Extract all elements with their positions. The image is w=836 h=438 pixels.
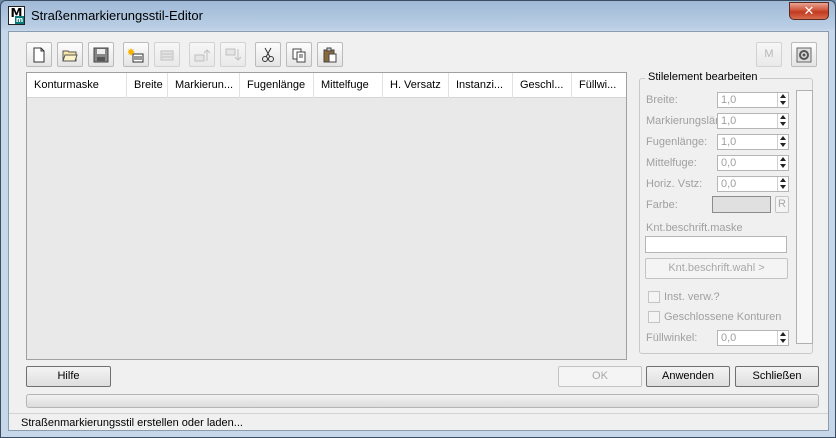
knt-maske-label: Knt.beschrift.maske (646, 222, 743, 234)
geschlossene-konturen-checkbox[interactable] (648, 311, 660, 323)
fugenlaenge-spinner[interactable]: 1,0 (717, 134, 789, 150)
column-header-instanz[interactable]: Instanzi... (449, 73, 513, 98)
spinner-arrows-icon[interactable] (777, 93, 788, 107)
knt-maske-input[interactable] (645, 236, 787, 253)
column-header-h-versatz[interactable]: H. Versatz (383, 73, 449, 98)
copy-button[interactable] (286, 42, 312, 67)
move-up-icon (194, 49, 210, 62)
mittelfuge-label: Mittelfuge: (646, 157, 697, 169)
horiz-versatz-spinner[interactable]: 0,0 (717, 176, 789, 192)
gear-icon (796, 47, 812, 63)
new-button[interactable] (26, 42, 52, 67)
move-up-button[interactable] (189, 42, 215, 67)
spinner-arrows-icon[interactable] (777, 156, 788, 170)
color-swatch[interactable] (712, 196, 771, 213)
color-reset-button[interactable]: R (775, 196, 789, 213)
farbe-label: Farbe: (646, 199, 678, 211)
editor-window: Mm Straßenmarkierungsstil-Editor ✕ M Kon… (0, 0, 836, 438)
geschlossene-konturen-label: Geschlossene Konturen (664, 311, 782, 323)
m-button[interactable]: M (756, 42, 782, 67)
move-down-icon (225, 48, 241, 61)
spinner-arrows-icon[interactable] (777, 114, 788, 128)
column-header-fugenlaenge[interactable]: Fugenlänge (240, 73, 314, 98)
horiz-versatz-value: 0,0 (721, 178, 737, 190)
status-text: Straßenmarkierungsstil erstellen oder la… (21, 417, 243, 429)
progress-bar (26, 394, 819, 408)
horiz-versatz-label: Horiz. Vstz: (646, 178, 703, 190)
inst-verw-label: Inst. verw.? (664, 291, 720, 303)
breite-spinner[interactable]: 1,0 (717, 92, 789, 108)
group-title: Stilelement bearbeiten (645, 71, 761, 83)
column-header-breite[interactable]: Breite (127, 73, 168, 98)
fuellwinkel-label: Füllwinkel: (646, 332, 698, 344)
column-header-markierung[interactable]: Markierun... (168, 73, 240, 98)
list-header: Konturmaske Breite Markierun... Fugenlän… (27, 73, 626, 98)
settings-button[interactable] (791, 42, 817, 67)
ok-button[interactable]: OK (558, 366, 642, 387)
spinner-arrows-icon[interactable] (777, 135, 788, 149)
fuellwinkel-value: 0,0 (721, 332, 737, 344)
remove-element-icon (160, 50, 174, 61)
add-element-button[interactable] (123, 42, 149, 67)
breite-value: 1,0 (721, 94, 737, 106)
cut-icon (262, 47, 274, 62)
open-button[interactable] (57, 42, 83, 67)
add-element-icon (128, 48, 144, 63)
column-header-konturmaske[interactable]: Konturmaske (27, 73, 127, 98)
remove-element-button[interactable] (154, 42, 180, 67)
client-area: M Konturmaske Breite Markierun... Fugenl… (8, 31, 829, 431)
mittelfuge-value: 0,0 (721, 157, 737, 169)
markierungslaenge-value: 1,0 (721, 115, 737, 127)
fugenlaenge-label: Fugenlänge: (646, 136, 708, 148)
app-icon[interactable]: Mm (8, 6, 25, 25)
paste-button[interactable] (317, 42, 343, 67)
close-button[interactable]: Schließen (735, 366, 819, 387)
save-button[interactable] (88, 42, 114, 67)
fugenlaenge-value: 1,0 (721, 136, 737, 148)
mittelfuge-spinner[interactable]: 0,0 (717, 155, 789, 171)
save-icon (93, 47, 109, 63)
inst-verw-checkbox[interactable] (648, 291, 660, 303)
vertical-slider[interactable] (796, 90, 813, 344)
help-button[interactable]: Hilfe (26, 366, 111, 387)
knt-wahl-button[interactable]: Knt.beschrift.wahl > (645, 258, 788, 279)
apply-button[interactable]: Anwenden (646, 366, 730, 387)
style-list[interactable]: Konturmaske Breite Markierun... Fugenlän… (26, 72, 627, 360)
paste-icon (323, 47, 337, 63)
cut-button[interactable] (255, 42, 281, 67)
spinner-arrows-icon[interactable] (777, 177, 788, 191)
close-window-button[interactable]: ✕ (789, 2, 829, 20)
new-file-icon (33, 47, 45, 63)
window-title: Straßenmarkierungsstil-Editor (31, 8, 203, 23)
open-folder-icon (62, 50, 78, 62)
breite-label: Breite: (646, 94, 678, 106)
title-bar[interactable]: Mm Straßenmarkierungsstil-Editor ✕ (1, 1, 835, 31)
app-icon-sub: m (15, 16, 24, 24)
markierungslaenge-spinner[interactable]: 1,0 (717, 113, 789, 129)
column-header-mittelfuge[interactable]: Mittelfuge (314, 73, 383, 98)
status-bar: Straßenmarkierungsstil erstellen oder la… (9, 413, 828, 431)
fuellwinkel-spinner[interactable]: 0,0 (717, 330, 789, 346)
copy-icon (292, 48, 306, 63)
column-header-fuellwinkel[interactable]: Füllwi... (572, 73, 626, 98)
move-down-button[interactable] (220, 42, 246, 67)
spinner-arrows-icon[interactable] (777, 331, 788, 345)
column-header-geschl[interactable]: Geschl... (513, 73, 572, 98)
